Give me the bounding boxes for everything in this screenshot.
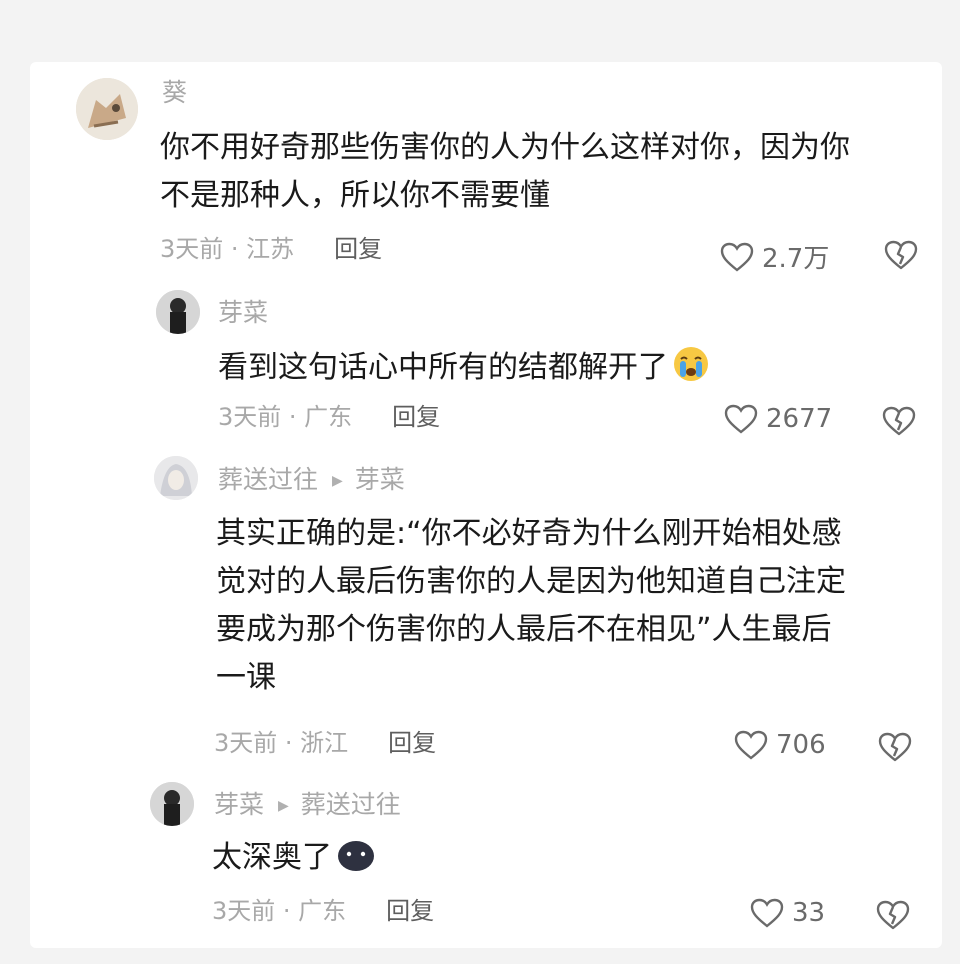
heart-icon xyxy=(734,730,768,760)
comment-line: 觉对的人最后伤害你的人是因为他知道自己注定 xyxy=(216,564,846,599)
reply-target[interactable]: 芽菜 xyxy=(355,465,405,494)
broken-heart-icon[interactable] xyxy=(876,900,910,930)
avatar[interactable] xyxy=(150,782,194,826)
comment-line: 看到这句话心中所有的结都解开了 xyxy=(218,350,668,385)
heart-icon xyxy=(750,898,784,928)
username[interactable]: 芽菜 ▶ 葬送过往 xyxy=(214,790,401,821)
comment-text: 其实正确的是:“你不必好奇为什么刚开始相处感 觉对的人最后伤害你的人是因为他知道… xyxy=(216,510,846,702)
comment-line: 其实正确的是:“你不必好奇为什么刚开始相处感 xyxy=(216,516,842,551)
reply-button[interactable]: 回复 xyxy=(388,729,436,757)
broken-heart-icon[interactable] xyxy=(882,406,916,436)
comment-line: 一课 xyxy=(216,660,276,695)
dark-blob-face-icon xyxy=(338,841,374,871)
reply-author[interactable]: 葬送过往 xyxy=(218,465,318,494)
person-avatar-icon xyxy=(156,290,200,334)
comment-meta: 3天前 · 江苏 回复 xyxy=(160,234,382,264)
cat-avatar-icon xyxy=(76,78,138,140)
avatar[interactable] xyxy=(154,456,198,500)
reply-button[interactable]: 回复 xyxy=(334,235,382,263)
username[interactable]: 葬送过往 ▶ 芽菜 xyxy=(218,465,405,496)
comment-text: 你不用好奇那些伤害你的人为什么这样对你，因为你 不是那种人，所以你不需要懂 xyxy=(160,124,850,220)
comment-line: 太深奥了 xyxy=(212,840,332,875)
anime-avatar-icon xyxy=(154,456,198,500)
reply-arrow-icon: ▶ xyxy=(332,473,343,489)
comment-text: 看到这句话心中所有的结都解开了 xyxy=(218,344,710,392)
timestamp-location: 3天前 · 浙江 xyxy=(214,729,349,757)
like-button[interactable]: 33 xyxy=(750,898,825,928)
like-button[interactable]: 2.7万 xyxy=(720,238,829,275)
reply-button[interactable]: 回复 xyxy=(386,897,434,925)
like-button[interactable]: 2677 xyxy=(724,404,832,434)
heart-icon xyxy=(720,242,754,272)
username[interactable]: 芽菜 xyxy=(218,298,268,328)
timestamp-location: 3天前 · 江苏 xyxy=(160,235,295,263)
broken-heart-icon[interactable] xyxy=(884,240,918,270)
comment-meta: 3天前 · 广东 回复 xyxy=(212,896,434,926)
avatar[interactable] xyxy=(156,290,200,334)
person-avatar-icon xyxy=(150,782,194,826)
like-count: 2.7万 xyxy=(762,244,830,274)
heart-icon xyxy=(724,404,758,434)
timestamp-location: 3天前 · 广东 xyxy=(212,897,347,925)
like-count: 33 xyxy=(792,898,826,928)
comment-meta: 3天前 · 浙江 回复 xyxy=(214,728,436,758)
comment-line: 你不用好奇那些伤害你的人为什么这样对你，因为你 xyxy=(160,130,850,165)
comment-text: 太深奥了 xyxy=(212,834,376,882)
reply-author[interactable]: 芽菜 xyxy=(214,790,264,819)
comment-meta: 3天前 · 广东 回复 xyxy=(218,402,440,432)
comment-line: 要成为那个伤害你的人最后不在相见”人生最后 xyxy=(216,612,832,647)
timestamp-location: 3天前 · 广东 xyxy=(218,403,353,431)
like-count: 2677 xyxy=(766,404,833,434)
avatar[interactable] xyxy=(76,78,138,140)
reply-arrow-icon: ▶ xyxy=(278,798,289,814)
crying-face-icon xyxy=(674,347,708,381)
like-count: 706 xyxy=(776,730,826,760)
reply-target[interactable]: 葬送过往 xyxy=(301,790,401,819)
reply-button[interactable]: 回复 xyxy=(392,403,440,431)
username[interactable]: 葵 xyxy=(162,78,187,108)
like-button[interactable]: 706 xyxy=(734,730,826,760)
broken-heart-icon[interactable] xyxy=(878,732,912,762)
comment-line: 不是那种人，所以你不需要懂 xyxy=(160,178,550,213)
